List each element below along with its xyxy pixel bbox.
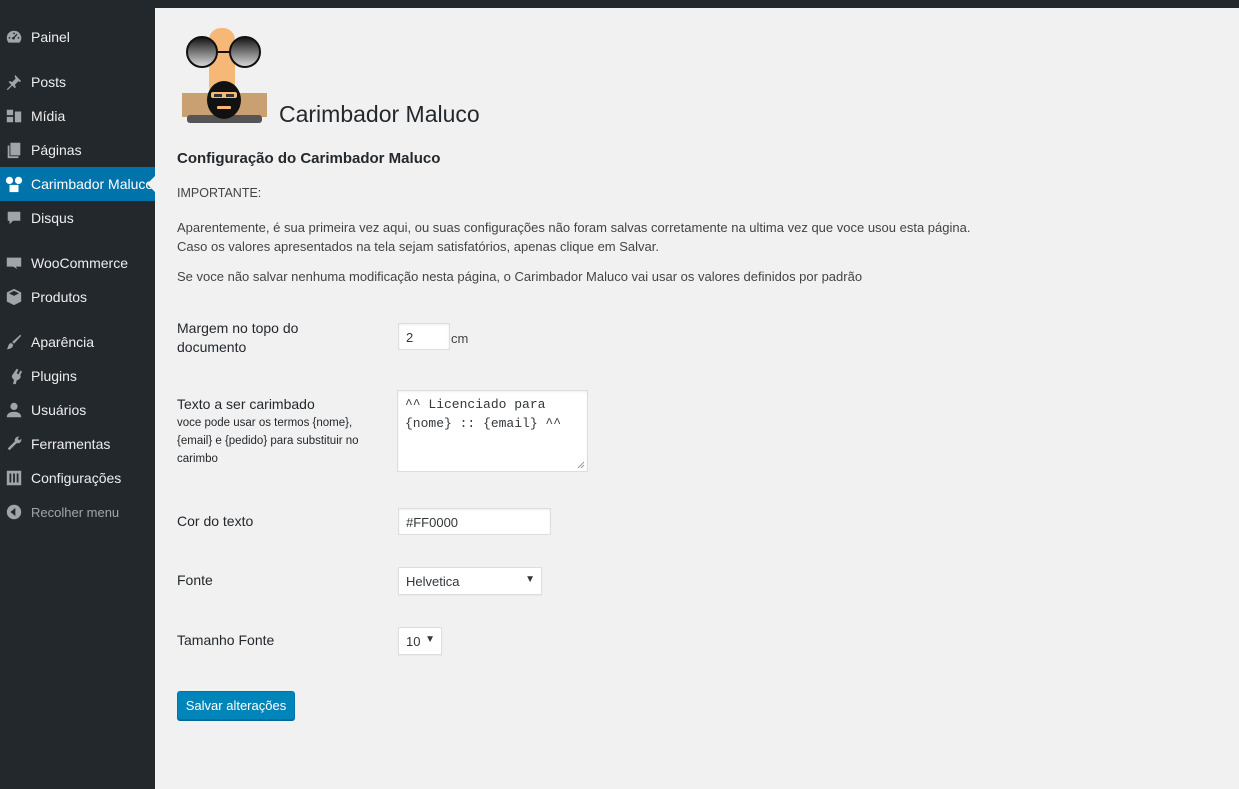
sidebar-item-label: Usuários xyxy=(31,402,87,418)
sidebar-item-label: Ferramentas xyxy=(31,436,111,452)
textarea-line: {nome} :: {email} ^^ xyxy=(405,416,562,431)
plugin-icon xyxy=(5,367,23,385)
sidebar-item-label: Posts xyxy=(31,74,67,90)
margin-input[interactable]: 2 xyxy=(398,323,450,350)
font-label: Fonte xyxy=(177,572,213,588)
sidebar-collapse-menu[interactable]: Recolher menu xyxy=(0,495,155,529)
stamp-text-description: voce pode usar os termos {nome}, {email}… xyxy=(177,414,359,468)
main-content: Carimbador Maluco Configuração do Carimb… xyxy=(155,8,1239,789)
notice-paragraph: Aparentemente, é sua primeira vez aqui, … xyxy=(177,218,970,256)
sidebar-item-painel[interactable]: Painel xyxy=(0,20,155,54)
sidebar-item-usuarios[interactable]: Usuários xyxy=(0,393,155,427)
brush-icon xyxy=(5,333,23,351)
font-select[interactable]: Helvetica ▼ xyxy=(398,567,542,595)
stamp-text-label: Texto a ser carimbado voce pode usar os … xyxy=(177,395,359,468)
color-input[interactable]: #FF0000 xyxy=(398,508,551,535)
sidebar-item-label: Mídia xyxy=(31,108,66,124)
stamp-text-desc-line: carimbo xyxy=(177,453,218,465)
notice-line: Caso os valores apresentados na tela sej… xyxy=(177,239,659,254)
resize-handle-icon[interactable] xyxy=(577,461,585,469)
sidebar-item-label: Aparência xyxy=(31,334,95,350)
sidebar-item-midia[interactable]: Mídia xyxy=(0,99,155,133)
admin-sidebar: Painel Posts Mídia Páginas Carimbador Ma… xyxy=(0,8,155,789)
stamp-text-label-title: Texto a ser carimbado xyxy=(177,396,315,412)
pages-icon xyxy=(5,141,23,159)
sidebar-item-label: WooCommerce xyxy=(31,255,128,271)
font-select-value: Helvetica xyxy=(406,574,460,589)
default-values-paragraph: Se voce não salvar nenhuma modificação n… xyxy=(177,269,863,284)
sidebar-item-label: Configurações xyxy=(31,470,122,486)
sidebar-item-woocommerce[interactable]: WooCommerce xyxy=(0,246,155,280)
sidebar-item-label: Páginas xyxy=(31,142,82,158)
box-icon xyxy=(5,288,23,306)
sidebar-item-aparencia[interactable]: Aparência xyxy=(0,325,155,359)
color-label: Cor do texto xyxy=(177,513,254,529)
chevron-down-icon: ▼ xyxy=(525,574,535,585)
sidebar-item-plugins[interactable]: Plugins xyxy=(0,359,155,393)
woo-icon xyxy=(5,254,23,272)
important-label: IMPORTANTE: xyxy=(177,186,262,200)
sidebar-item-posts[interactable]: Posts xyxy=(0,65,155,99)
sidebar-item-label: Plugins xyxy=(31,368,77,384)
margin-label-line: documento xyxy=(177,339,247,355)
carimbador-logo xyxy=(181,26,267,126)
current-menu-arrow xyxy=(147,176,155,192)
stamp-text-desc-line: {email} e {pedido} para substituir no xyxy=(177,435,359,447)
notice-line: Aparentemente, é sua primeira vez aqui, … xyxy=(177,220,971,235)
carimbador-icon xyxy=(5,175,23,193)
sidebar-item-label: Recolher menu xyxy=(31,504,120,520)
admin-bar xyxy=(0,0,1239,8)
settings-icon xyxy=(5,469,23,487)
user-icon xyxy=(5,401,23,419)
pushpin-icon xyxy=(5,73,23,91)
sidebar-item-produtos[interactable]: Produtos xyxy=(0,280,155,314)
wrench-icon xyxy=(5,435,23,453)
margin-label: Margem no topo do documento xyxy=(177,319,298,357)
dashboard-icon xyxy=(5,28,23,46)
page-title: Configuração do Carimbador Maluco xyxy=(177,150,441,167)
sidebar-item-ferramentas[interactable]: Ferramentas xyxy=(0,427,155,461)
sidebar-item-configuracoes[interactable]: Configurações xyxy=(0,461,155,495)
collapse-icon xyxy=(5,503,23,521)
margin-label-line: Margem no topo do xyxy=(177,320,299,336)
comment-icon xyxy=(5,209,23,227)
media-icon xyxy=(5,107,23,125)
sidebar-item-label: Disqus xyxy=(31,210,74,226)
font-size-select-value: 10 xyxy=(406,634,421,649)
sidebar-item-label: Produtos xyxy=(31,289,88,305)
sidebar-item-carimbador-maluco[interactable]: Carimbador Maluco xyxy=(0,167,155,201)
sidebar-item-label: Painel xyxy=(31,29,70,45)
plugin-title: Carimbador Maluco xyxy=(279,101,480,127)
textarea-line: ^^ Licenciado para xyxy=(405,397,546,412)
sidebar-item-disqus[interactable]: Disqus xyxy=(0,201,155,235)
font-size-select[interactable]: 10 ▼ xyxy=(398,627,442,655)
stamp-text-textarea[interactable]: ^^ Licenciado para {nome} :: {email} ^^ xyxy=(397,390,588,472)
margin-unit: cm xyxy=(451,331,469,346)
font-size-label: Tamanho Fonte xyxy=(177,632,275,648)
stamp-text-desc-line: voce pode usar os termos {nome}, xyxy=(177,417,353,429)
sidebar-item-paginas[interactable]: Páginas xyxy=(0,133,155,167)
chevron-down-icon: ▼ xyxy=(425,634,435,645)
sidebar-item-label: Carimbador Maluco xyxy=(31,176,154,192)
save-button[interactable]: Salvar alterações xyxy=(177,691,295,720)
